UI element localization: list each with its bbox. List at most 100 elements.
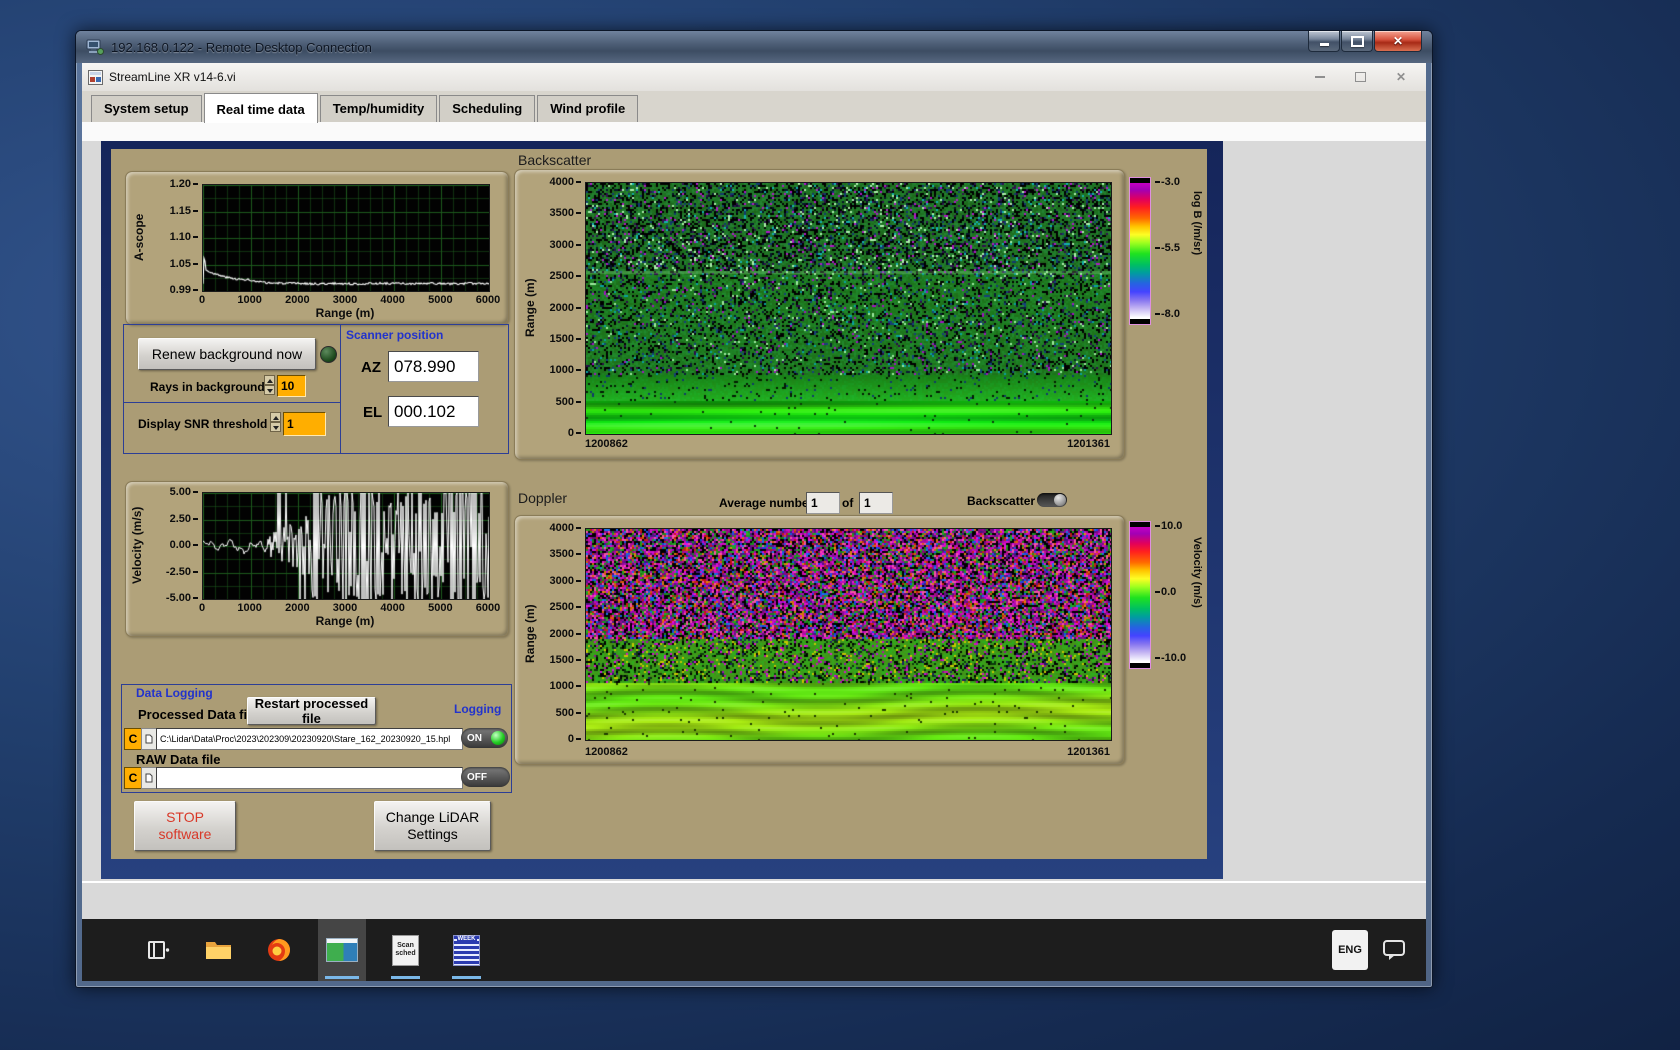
close-icon: ✕ (1392, 34, 1404, 48)
rdp-close-button[interactable]: ✕ (1374, 31, 1422, 52)
rdp-titlebar[interactable]: 192.168.0.122 - Remote Desktop Connectio… (76, 31, 1432, 63)
processed-path-input[interactable]: C:\Lidar\Data\Proc\2023\202309\20230920\… (156, 728, 463, 750)
maximize-icon (1350, 35, 1364, 47)
raw-data-file-label: RAW Data file (136, 752, 221, 767)
folder-icon (206, 942, 231, 959)
logging-label: Logging (454, 702, 502, 716)
software-label: software (158, 826, 212, 842)
taskbar: Scan sched WEEK ENG (82, 919, 1426, 981)
tab-real-time-data[interactable]: Real time data (203, 93, 318, 123)
desktop: 192.168.0.122 - Remote Desktop Connectio… (0, 0, 1680, 1050)
rays-spinner[interactable] (264, 375, 275, 395)
vi-close-button[interactable]: ✕ (1396, 70, 1406, 84)
processed-logging-toggle[interactable]: ON (461, 728, 508, 748)
average-of-field[interactable]: 1 (859, 492, 893, 514)
chat-icon[interactable] (1382, 939, 1406, 962)
tab-scheduling[interactable]: Scheduling (439, 95, 536, 122)
spin-up-icon[interactable] (264, 375, 275, 385)
scan-sched-button[interactable]: Scan sched (384, 919, 427, 981)
ascope-plot (202, 184, 490, 292)
spin-down-icon[interactable] (270, 422, 281, 432)
app-window-thumbnail (326, 938, 358, 962)
data-logging-title: Data Logging (136, 686, 213, 700)
week-label: WEEK (456, 935, 477, 942)
renew-background-button[interactable]: Renew background now (138, 338, 316, 370)
dark-led-icon (493, 770, 507, 784)
backscatter-time-start: 1200862 (585, 438, 628, 450)
language-indicator[interactable]: ENG (1332, 930, 1368, 970)
background-controls-frame: Renew background now Rays in background … (123, 324, 509, 454)
rdp-maximize-button[interactable] (1341, 31, 1373, 52)
change-lidar-settings-button[interactable]: Change LiDAR Settings (374, 801, 491, 851)
backscatter-toggle[interactable] (1037, 493, 1067, 507)
colorbar-gradient (1130, 527, 1150, 663)
remote-desktop-area: StreamLine XR v14-6.vi ✕ System setup Re… (82, 63, 1426, 981)
backscatter-graph: Range (m) 4000 3500 3000 2500 2000 1500 1000 50… (514, 169, 1125, 460)
active-app-button[interactable] (318, 919, 366, 981)
doppler-time-start: 1200862 (585, 746, 628, 758)
front-panel: A-scope 1.20 1.15 1.10 1.05 0.99 0 1000 2000 30… (82, 141, 1426, 919)
tab-wind-profile[interactable]: Wind profile (537, 95, 639, 122)
minimize-icon (1319, 42, 1329, 46)
velocity-y-axis-label: Velocity (m/s) (130, 506, 144, 584)
backscatter-toggle-label: Backscatter (967, 494, 1036, 508)
rdp-window: 192.168.0.122 - Remote Desktop Connectio… (75, 30, 1433, 988)
main-frame-border: A-scope 1.20 1.15 1.10 1.05 0.99 0 1000 2000 30… (101, 141, 1223, 879)
raw-path-input[interactable] (156, 767, 463, 789)
vi-titlebar[interactable]: StreamLine XR v14-6.vi ✕ (82, 63, 1426, 92)
raw-drive-selector[interactable]: C (124, 767, 142, 789)
backscatter-y-ticks: 4000 3500 3000 2500 2000 1500 1000 500 0 (543, 176, 581, 439)
settings-label: Settings (407, 826, 458, 842)
vi-restore-button[interactable] (1354, 72, 1366, 82)
vi-window-title: StreamLine XR v14-6.vi (109, 70, 236, 84)
spin-up-icon[interactable] (270, 412, 281, 422)
processed-browse-button[interactable] (141, 728, 157, 750)
doppler-colorbar-ticks: 10.0 0.0 -10.0 (1155, 520, 1191, 664)
average-number-field[interactable]: 1 (806, 492, 840, 514)
backscatter-colorbar-label: log B (/m/sr) (1191, 191, 1203, 256)
average-number-label: Average number (719, 496, 814, 510)
tab-strip: System setup Real time data Temp/humidit… (82, 91, 1426, 123)
tab-system-setup[interactable]: System setup (91, 95, 202, 122)
restart-processed-file-button[interactable]: Restart processed file (247, 696, 376, 726)
week-doc-button[interactable]: WEEK (445, 919, 488, 981)
on-label: ON (467, 732, 482, 744)
raw-browse-button[interactable] (141, 767, 157, 789)
backscatter-y-axis-label: Range (m) (523, 278, 537, 337)
rays-value-field[interactable]: 10 (277, 375, 306, 397)
panel-bottom-edge (82, 881, 1426, 883)
doppler-title: Doppler (518, 490, 568, 506)
week-doc-icon: WEEK (453, 934, 480, 966)
velocity-plot (202, 492, 490, 600)
processed-drive-selector[interactable]: C (124, 728, 142, 750)
panel-top-strip (82, 122, 1426, 141)
frame-divider-vertical (340, 325, 341, 453)
firefox-button[interactable] (258, 919, 300, 981)
task-view-button[interactable] (137, 919, 179, 981)
green-led-icon (491, 731, 505, 745)
snr-value-field[interactable]: 1 (283, 412, 326, 436)
file-explorer-button[interactable] (197, 919, 240, 981)
spin-down-icon[interactable] (264, 385, 275, 395)
data-logging-frame: Data Logging Processed Data file Restart… (121, 684, 512, 793)
rdp-window-title: 192.168.0.122 - Remote Desktop Connectio… (111, 39, 372, 55)
vi-icon (88, 69, 103, 85)
stop-software-button[interactable]: STOP software (134, 801, 236, 851)
main-panel: A-scope 1.20 1.15 1.10 1.05 0.99 0 1000 2000 30… (111, 149, 1207, 859)
backscatter-time-end: 1201361 (1067, 438, 1110, 450)
processed-data-file-label: Processed Data file (138, 707, 258, 722)
tab-temp-humidity[interactable]: Temp/humidity (319, 95, 438, 122)
raw-logging-toggle[interactable]: OFF (461, 767, 510, 787)
change-lidar-label: Change LiDAR (385, 808, 480, 825)
rdp-minimize-button[interactable] (1308, 31, 1340, 52)
rays-in-background-label: Rays in background (150, 380, 265, 394)
snr-spinner[interactable] (270, 412, 281, 432)
velocity-y-ticks: 5.00 2.50 0.00 -2.50 -5.00 (148, 486, 198, 604)
ascope-y-ticks: 1.20 1.15 1.10 1.05 0.99 (152, 178, 198, 296)
doppler-colorbar-label: Velocity (m/s) (1191, 537, 1203, 608)
doppler-y-axis-label: Range (m) (523, 604, 537, 663)
vi-minimize-button[interactable] (1314, 76, 1325, 78)
colorbar-cap (1130, 663, 1150, 668)
doppler-colorbar (1129, 521, 1151, 669)
of-label: of (842, 496, 854, 510)
